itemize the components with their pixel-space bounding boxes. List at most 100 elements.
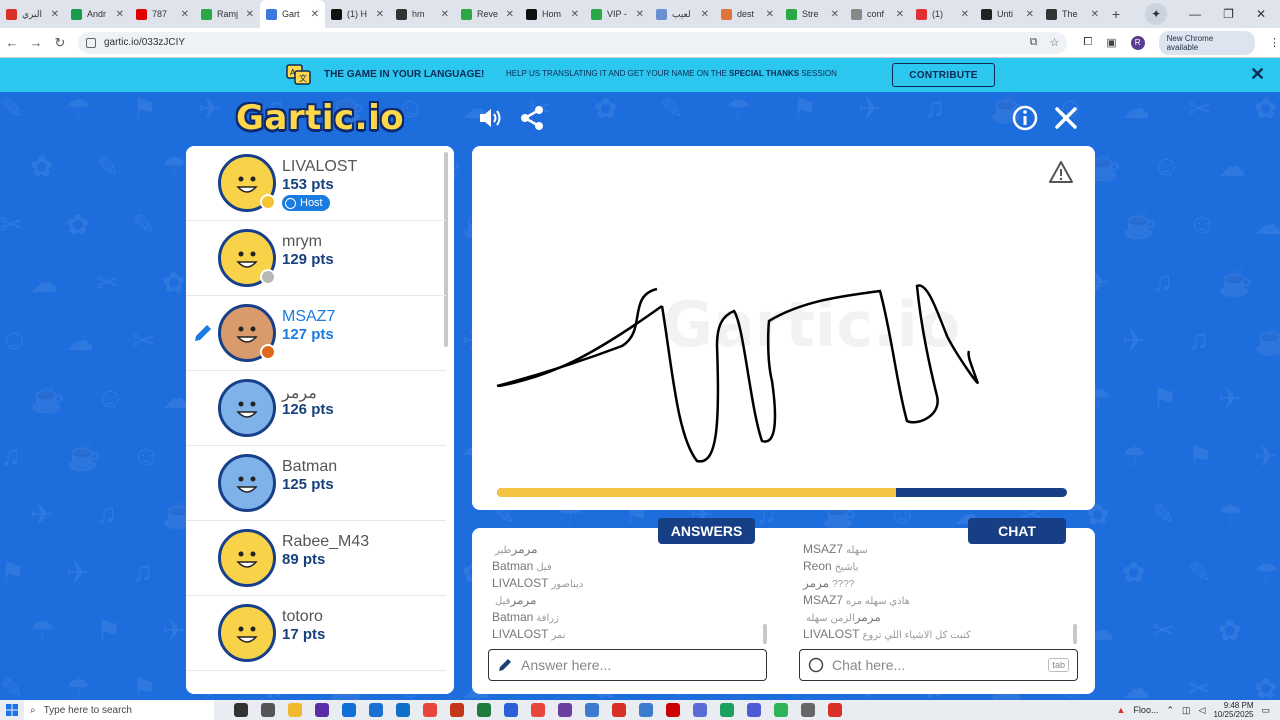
url-omnibox[interactable]: gartic.io/033zJCIY ⧉ ☆ [77, 31, 1068, 54]
close-tab-icon[interactable]: ✕ [571, 9, 579, 20]
new-tab-icon[interactable]: + [1105, 6, 1127, 22]
browser-tab[interactable]: (1) H ✕ [325, 0, 390, 28]
taskbar-app-icon[interactable] [423, 703, 437, 717]
taskbar-app-icon[interactable] [504, 703, 518, 717]
player-row[interactable]: Rabee_M43 89 pts [186, 521, 446, 596]
tab-chat[interactable]: CHAT [968, 518, 1066, 544]
taskbar-app-icon[interactable] [828, 703, 842, 717]
answer-input[interactable] [521, 657, 758, 673]
site-info-icon[interactable] [85, 37, 96, 48]
start-button[interactable] [0, 704, 24, 716]
taskbar-app-icon[interactable] [315, 703, 329, 717]
close-tab-icon[interactable]: ✕ [116, 9, 124, 20]
close-tab-icon[interactable]: ✕ [1091, 9, 1099, 20]
install-app-icon[interactable]: ⧉ [1030, 36, 1038, 49]
taskbar-app-icon[interactable] [450, 703, 464, 717]
close-tab-icon[interactable]: ✕ [376, 9, 384, 20]
answer-field[interactable] [488, 649, 767, 681]
close-tab-icon[interactable]: ✕ [831, 9, 839, 20]
forward-icon[interactable]: → [24, 35, 48, 50]
close-tab-icon[interactable]: ✕ [311, 9, 319, 20]
taskbar-app-icon[interactable] [666, 703, 680, 717]
browser-tab-active[interactable]: Gart ✕ [260, 0, 325, 28]
side-panel-icon[interactable]: ▣ [1106, 36, 1116, 49]
browser-tab[interactable]: Hom ✕ [520, 0, 585, 28]
answers-scrollbar[interactable] [763, 624, 767, 644]
taskbar-app-icon[interactable] [261, 703, 275, 717]
contribute-button[interactable]: CONTRIBUTE [892, 63, 995, 87]
weather-text[interactable]: Floo... [1133, 705, 1158, 715]
taskbar-app-icon[interactable] [342, 703, 356, 717]
browser-tab[interactable]: The ✕ [1040, 0, 1105, 28]
taskbar-app-icon[interactable] [720, 703, 734, 717]
close-tab-icon[interactable]: ✕ [441, 9, 449, 20]
taskbar-app-icon[interactable] [585, 703, 599, 717]
extensions-icon[interactable]: ⧠ [1083, 36, 1092, 49]
tray-chevron-icon[interactable]: ⌃ [1166, 705, 1174, 716]
taskbar-app-icon[interactable] [774, 703, 788, 717]
taskbar-app-icon[interactable] [747, 703, 761, 717]
player-row[interactable]: totoro 17 pts [186, 596, 446, 671]
drawing-canvas[interactable]: Gartic.io [472, 146, 1095, 510]
chat-input[interactable] [832, 657, 1049, 673]
share-icon[interactable] [518, 104, 546, 132]
browser-tab[interactable]: 787 ✕ [130, 0, 195, 28]
browser-tab[interactable]: Unti ✕ [975, 0, 1040, 28]
browser-tab[interactable]: Andr ✕ [65, 0, 130, 28]
player-row[interactable]: LIVALOST 153 pts Host [186, 146, 446, 221]
close-tab-icon[interactable]: ✕ [701, 9, 709, 20]
player-row[interactable]: mrym 129 pts [186, 221, 446, 296]
report-drawing-icon[interactable] [1048, 160, 1074, 184]
close-tab-icon[interactable]: ✕ [51, 9, 59, 20]
browser-tab[interactable]: Reve ✕ [455, 0, 520, 28]
browser-tab[interactable]: (1) ✕ [910, 0, 975, 28]
close-window-icon[interactable]: ✕ [1256, 7, 1266, 21]
exit-room-icon[interactable] [1052, 104, 1080, 132]
restore-icon[interactable]: ❐ [1223, 7, 1234, 21]
tab-answers[interactable]: ANSWERS [658, 518, 755, 544]
volume-icon[interactable]: ◁ [1199, 705, 1206, 716]
info-icon[interactable] [1011, 104, 1039, 132]
browser-tab[interactable]: لعيب ✕ [650, 0, 715, 28]
taskbar-app-icon[interactable] [477, 703, 491, 717]
chat-field[interactable]: tab [799, 649, 1078, 681]
taskbar-app-icon[interactable] [801, 703, 815, 717]
chat-scrollbar[interactable] [1073, 624, 1077, 644]
browser-tab[interactable]: Stre ✕ [780, 0, 845, 28]
taskbar-app-icon[interactable] [396, 703, 410, 717]
browser-tab[interactable]: Ramj ✕ [195, 0, 260, 28]
taskbar-app-icon[interactable] [288, 703, 302, 717]
close-tab-icon[interactable]: ✕ [896, 9, 904, 20]
browser-tab[interactable]: VIP - ✕ [585, 0, 650, 28]
clock[interactable]: 9:48 PM 10/25/2025 [1213, 701, 1253, 719]
taskbar-app-icon[interactable] [558, 703, 572, 717]
close-tab-icon[interactable]: ✕ [961, 9, 969, 20]
taskbar-app-icon[interactable] [639, 703, 653, 717]
browser-tab[interactable]: conf ✕ [845, 0, 910, 28]
network-icon[interactable]: ◫ [1182, 705, 1191, 716]
notifications-icon[interactable]: ▭ [1261, 705, 1270, 716]
reload-icon[interactable]: ↻ [48, 35, 72, 51]
back-icon[interactable]: ← [0, 35, 24, 50]
browser-tab[interactable]: hm ✕ [390, 0, 455, 28]
close-tab-icon[interactable]: ✕ [506, 9, 514, 20]
taskbar-app-icon[interactable] [693, 703, 707, 717]
browser-tab[interactable]: dest ✕ [715, 0, 780, 28]
minimize-icon[interactable]: — [1189, 7, 1201, 21]
browser-menu-icon[interactable]: ⋮ [1269, 36, 1280, 49]
taskbar-app-icon[interactable] [531, 703, 545, 717]
player-row[interactable]: MSAZ7 127 pts [186, 296, 446, 371]
profile-avatar[interactable]: R [1130, 35, 1145, 50]
taskbar-app-icon[interactable] [612, 703, 626, 717]
bookmark-star-icon[interactable]: ☆ [1050, 36, 1060, 49]
sound-icon[interactable] [476, 104, 504, 132]
browser-tab[interactable]: البري ✕ [0, 0, 65, 28]
close-tab-icon[interactable]: ✕ [766, 9, 774, 20]
close-banner-icon[interactable]: ✕ [1250, 64, 1265, 85]
taskbar-app-icon[interactable] [369, 703, 383, 717]
taskbar-app-icon[interactable] [234, 703, 248, 717]
close-tab-icon[interactable]: ✕ [636, 9, 644, 20]
tab-search-icon[interactable]: ✦ [1145, 3, 1168, 25]
player-row[interactable]: مرمر 126 pts [186, 371, 446, 446]
taskbar-search[interactable]: ⌕ Type here to search [24, 700, 214, 720]
